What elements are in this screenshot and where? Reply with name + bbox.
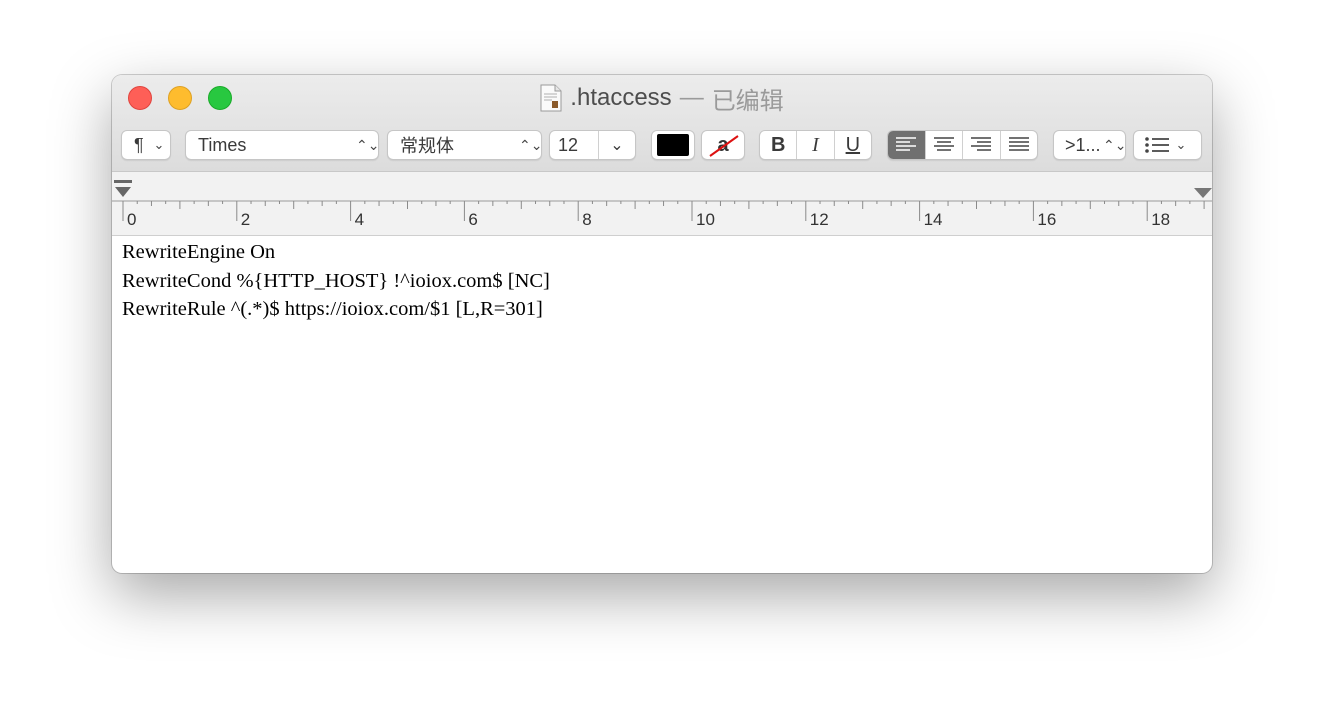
font-family-select[interactable]: Times ⌃⌄ xyxy=(185,130,379,160)
textedit-window: .htaccess — 已编辑 ¶ ⌄ Times ⌃⌄ 常规体 ⌃⌄ 12 ⌄ xyxy=(112,75,1212,573)
text-line[interactable]: RewriteRule ^(.*)$ https://ioiox.com/$1 … xyxy=(122,295,1202,324)
font-size-input[interactable]: 12 xyxy=(550,131,599,159)
title-bar[interactable]: .htaccess — 已编辑 ¶ ⌄ Times ⌃⌄ 常规体 ⌃⌄ 12 ⌄ xyxy=(112,75,1212,172)
paragraph-icon: ¶ xyxy=(134,134,144,155)
align-left-button[interactable] xyxy=(888,131,926,159)
ruler-label: 14 xyxy=(924,210,943,229)
updown-arrows-icon: ⌃⌄ xyxy=(1103,136,1127,153)
font-style-select[interactable]: 常规体 ⌃⌄ xyxy=(387,130,542,160)
line-spacing-value: >1... xyxy=(1065,134,1101,155)
font-style-value: 常规体 xyxy=(400,136,454,156)
ruler[interactable]: 0 2 4 6 8 10 12 14 16 18 xyxy=(112,172,1212,236)
window-title-status: 已编辑 xyxy=(711,87,784,115)
document-icon[interactable] xyxy=(540,84,562,112)
document-text-area[interactable]: RewriteEngine On RewriteCond %{HTTP_HOST… xyxy=(122,238,1202,324)
ruler-label: 2 xyxy=(241,210,250,229)
ruler-label: 8 xyxy=(582,210,591,229)
font-size-combo[interactable]: 12 ⌄ xyxy=(549,130,636,160)
bold-button[interactable]: B xyxy=(760,131,798,159)
font-family-value: Times xyxy=(198,134,247,155)
right-margin-marker[interactable] xyxy=(1194,188,1212,198)
list-style-select[interactable]: ⌄ xyxy=(1133,130,1202,160)
italic-button[interactable]: I xyxy=(797,131,835,159)
ruler-label: 12 xyxy=(810,210,829,229)
window-title-filename: .htaccess xyxy=(570,84,672,111)
ruler-label: 18 xyxy=(1151,210,1170,229)
updown-arrows-icon: ⌃⌄ xyxy=(519,136,543,153)
line-spacing-select[interactable]: >1... ⌃⌄ xyxy=(1053,130,1126,160)
updown-arrows-icon: ⌃⌄ xyxy=(356,136,380,153)
chevron-down-icon: ⌄ xyxy=(153,137,165,152)
align-justify-button[interactable] xyxy=(1001,131,1038,159)
underline-button[interactable]: U xyxy=(835,131,871,159)
alignment-group xyxy=(887,130,1038,160)
window-title: .htaccess — 已编辑 xyxy=(112,83,1212,115)
paragraph-styles-button[interactable]: ¶ ⌄ xyxy=(121,130,171,160)
align-center-button[interactable] xyxy=(926,131,963,159)
ruler-label: 4 xyxy=(355,210,364,229)
align-left-icon xyxy=(896,137,917,151)
text-color-swatch xyxy=(657,134,689,156)
format-toolbar: ¶ ⌄ Times ⌃⌄ 常规体 ⌃⌄ 12 ⌄ a B I U >1... ⌃… xyxy=(112,130,1212,162)
ruler-label: 10 xyxy=(696,210,715,229)
align-right-icon xyxy=(971,137,992,151)
ruler-label: 6 xyxy=(468,210,477,229)
text-line[interactable]: RewriteEngine On xyxy=(122,238,1202,267)
first-line-indent-marker[interactable] xyxy=(114,180,132,197)
ruler-scale: 0 2 4 6 8 10 12 14 16 18 xyxy=(112,180,1212,229)
align-right-button[interactable] xyxy=(963,131,1001,159)
chevron-down-icon[interactable]: ⌄ xyxy=(599,135,635,155)
ruler-label: 16 xyxy=(1037,210,1056,229)
no-color-slash-icon xyxy=(709,135,739,157)
list-icon xyxy=(1134,136,1170,154)
align-center-icon xyxy=(933,137,954,151)
text-style-group: B I U xyxy=(759,130,872,160)
window-title-separator: — xyxy=(679,84,704,111)
chevron-down-icon: ⌄ xyxy=(1175,137,1187,152)
text-line[interactable]: RewriteCond %{HTTP_HOST} !^ioiox.com$ [N… xyxy=(122,267,1202,296)
highlight-color-well[interactable]: a xyxy=(701,130,745,160)
align-justify-icon xyxy=(1008,137,1029,151)
text-color-well[interactable] xyxy=(651,130,695,160)
ruler-label: 0 xyxy=(127,210,136,229)
